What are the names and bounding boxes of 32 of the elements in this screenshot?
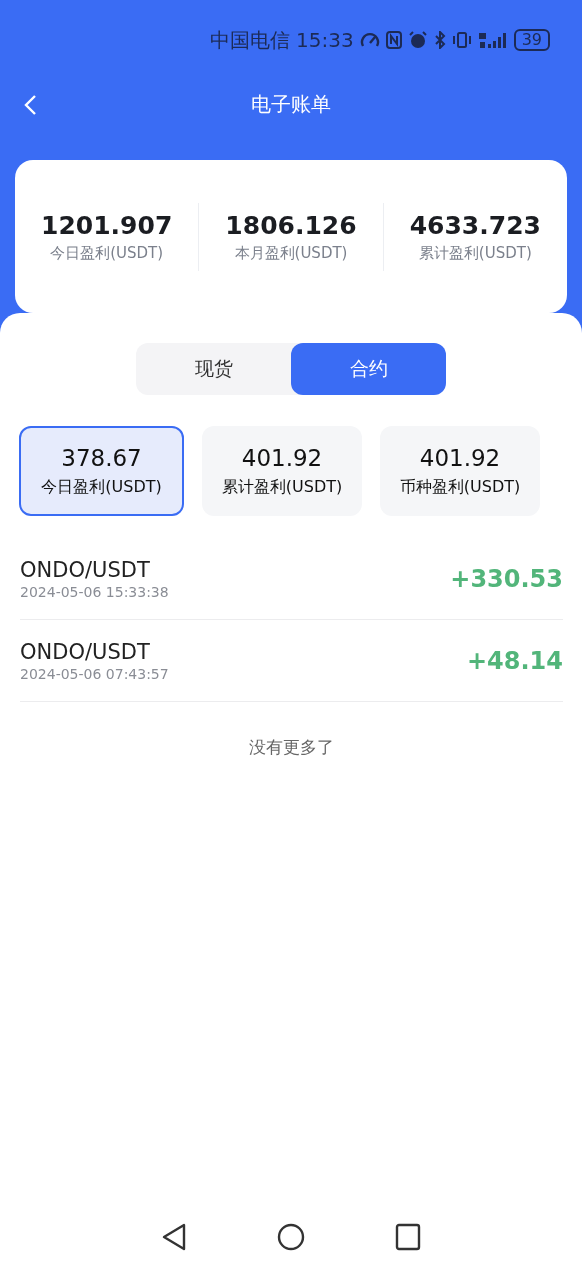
summary-value: 4633.723 <box>409 210 541 240</box>
back-nav-icon[interactable] <box>161 1223 187 1251</box>
signal-icon <box>477 31 508 49</box>
page-title: 电子账单 <box>251 90 331 118</box>
tab[interactable]: 现货 <box>136 343 291 395</box>
summary-label: 今日盈利(USDT) <box>50 243 164 263</box>
home-nav-icon[interactable] <box>277 1223 305 1251</box>
alarm-icon <box>407 31 428 49</box>
carrier-name: 中国电信 <box>210 26 290 54</box>
clock-time: 15:33 <box>296 28 354 52</box>
bluetooth-icon <box>433 31 446 49</box>
summary-label: 本月盈利(USDT) <box>234 243 348 263</box>
summary-value: 1201.907 <box>41 210 173 240</box>
back-button[interactable] <box>22 94 38 116</box>
trading-pair: ONDO/USDT <box>20 639 151 664</box>
record-time: 2024-05-06 15:33:38 <box>20 583 169 600</box>
battery-level: 39 <box>513 29 550 51</box>
stat-card[interactable]: 401.92 累计盈利(USDT) <box>202 426 362 516</box>
profit-amount: +330.53 <box>450 564 563 593</box>
stat-card[interactable]: 378.67 今日盈利(USDT) <box>19 426 184 516</box>
vibrate-icon <box>451 31 472 49</box>
profit-amount: +48.14 <box>466 646 563 675</box>
trading-pair: ONDO/USDT <box>20 557 151 582</box>
tab[interactable]: 合约 <box>291 343 446 395</box>
speedometer-icon <box>359 31 380 49</box>
summary-value: 1806.126 <box>225 210 357 240</box>
stat-card[interactable]: 401.92 币种盈利(USDT) <box>380 426 540 516</box>
summary-label: 累计盈利(USDT) <box>418 243 532 263</box>
recents-nav-icon[interactable] <box>395 1223 421 1251</box>
end-of-list-note: 没有更多了 <box>248 737 334 757</box>
record-time: 2024-05-06 07:43:57 <box>20 665 169 682</box>
nfc-icon <box>385 31 402 49</box>
